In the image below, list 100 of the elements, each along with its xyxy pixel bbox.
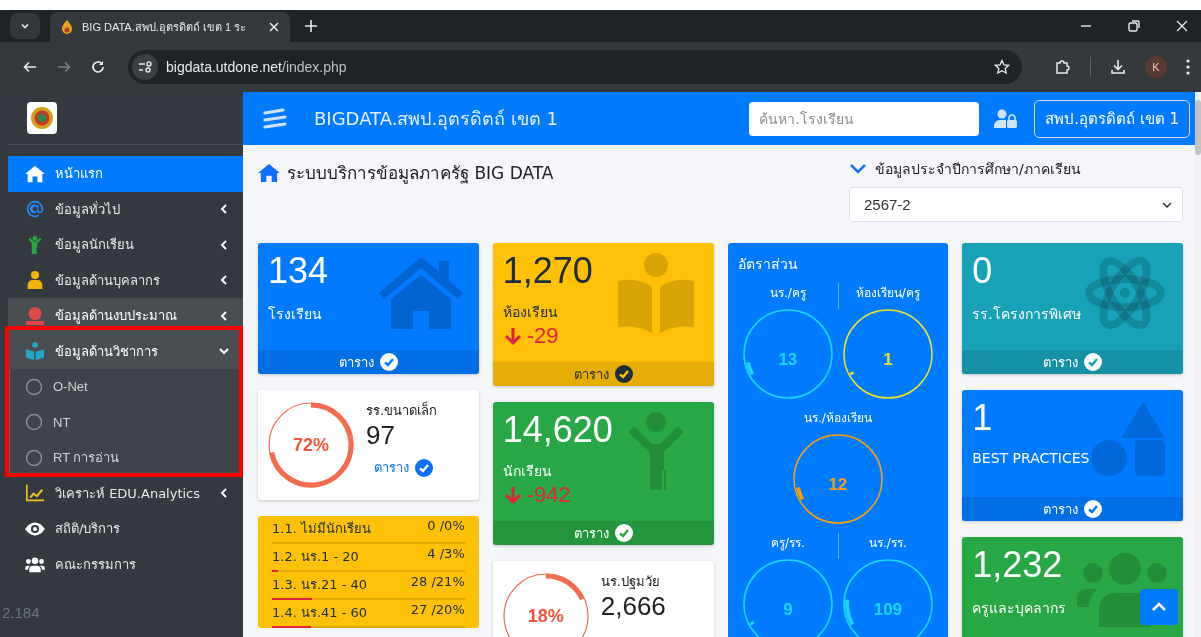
donut-label: นร.ปฐมวัย xyxy=(600,573,661,592)
sidebar-item[interactable]: ข้อมูลนักเรียน xyxy=(8,227,243,263)
year-label: ข้อมูลประจำปีการศึกษา/ภาคเรียน xyxy=(875,160,1081,180)
gauge-label: ครู/รร. xyxy=(770,535,805,552)
extension-icon[interactable] xyxy=(1054,58,1072,76)
reader-icon xyxy=(25,342,45,361)
page-title: ระบบบริการข้อมูลภาครัฐ BIG DATA xyxy=(287,161,554,186)
row-label: 1.2. นร.1 - 20 xyxy=(272,548,359,566)
table-link[interactable]: ตาราง xyxy=(962,350,1183,374)
gauge-value: 12 xyxy=(828,475,848,495)
table-link[interactable]: ตาราง xyxy=(258,350,479,374)
row-label: 1.3. นร.21 - 40 xyxy=(272,576,368,594)
donut-value: 97 xyxy=(366,421,396,449)
card-title: อัตราส่วน xyxy=(737,255,799,274)
sidebar-item[interactable]: สถิติ/บริการ xyxy=(8,511,243,547)
circle-icon xyxy=(25,448,43,467)
stat-label: รร.โครงการพิเศษ xyxy=(972,305,1081,324)
percent-label: 72% xyxy=(293,434,329,456)
stat-label: ครูและบุคลากร xyxy=(972,599,1067,619)
arrow-down-icon xyxy=(502,485,523,505)
scrollbar-thumb[interactable] xyxy=(1195,100,1201,155)
table-link[interactable]: ตาราง xyxy=(492,521,714,545)
chevron-down-icon[interactable] xyxy=(849,162,867,176)
stat-value: 134 xyxy=(268,249,330,293)
stat-value: 14,620 xyxy=(502,408,614,452)
chevron-left-icon xyxy=(218,487,230,500)
sidebar-item[interactable]: คณะกรรมการ xyxy=(8,546,243,582)
chart-icon xyxy=(25,484,45,503)
home-icon xyxy=(25,164,45,183)
sidebar-item[interactable]: หน้าแรก xyxy=(8,156,243,192)
site-title: BIGDATA.สพป.อุตรดิตถ์ เขต 1 xyxy=(314,107,558,132)
users-icon xyxy=(25,555,45,574)
circle-icon xyxy=(25,413,43,432)
table-link[interactable]: ตาราง xyxy=(962,497,1183,521)
row-label: 1.1. ไม่มีนักเรียน xyxy=(272,520,371,538)
stat-value: 1 xyxy=(972,396,994,440)
stat-value: 0 xyxy=(972,249,994,293)
gauge-label: นร./ครู xyxy=(769,285,806,302)
check-circle-icon xyxy=(614,524,633,542)
site-settings-icon[interactable] xyxy=(132,54,158,80)
sidebar-item[interactable]: วิเคราะห์ EDU.Analytics xyxy=(8,475,243,511)
gauge-value: 13 xyxy=(778,350,798,370)
sidebar-item[interactable]: ข้อมูลทั่วไป xyxy=(8,191,243,227)
account-button[interactable]: สพป.อุตรดิตถ์ เขต 1 xyxy=(1034,99,1190,138)
back-icon[interactable] xyxy=(22,59,38,75)
check-circle-icon xyxy=(1084,353,1103,371)
year-select[interactable]: 2567-2 xyxy=(849,187,1183,222)
scroll-top-button[interactable] xyxy=(1140,589,1178,625)
star-icon[interactable] xyxy=(994,59,1010,75)
arrow-down-icon xyxy=(502,326,523,346)
new-tab-icon[interactable] xyxy=(304,19,318,33)
row-label: 1.4. นร.41 - 60 xyxy=(272,604,368,622)
chevron-left-icon xyxy=(218,203,230,216)
reload-icon[interactable] xyxy=(90,59,106,75)
table-link[interactable]: ตาราง xyxy=(374,457,438,478)
table-link[interactable]: ตาราง xyxy=(492,362,714,386)
donut-value: 2,666 xyxy=(600,592,666,620)
gauge-label: นร./ห้องเรียน xyxy=(803,410,872,427)
stat-label: ห้องเรียน xyxy=(502,303,558,322)
chevron-left-icon xyxy=(218,274,230,287)
chevron-left-icon xyxy=(218,238,230,251)
gauge-label: นร./รร. xyxy=(869,535,907,552)
change-value: -29 xyxy=(526,323,559,349)
user-lock-icon[interactable] xyxy=(994,108,1019,129)
stat-label: นักเรียน xyxy=(502,462,552,481)
donut-label: รร.ขนาดเล็ก xyxy=(366,400,438,420)
url-text: bigdata.utdone.net/index.php xyxy=(166,59,347,75)
gauge-label: ห้องเรียน/ครู xyxy=(855,285,920,302)
sidebar-subitem[interactable]: RT การอ่าน xyxy=(10,440,243,476)
close-icon[interactable] xyxy=(268,21,280,33)
flame-icon xyxy=(60,19,74,35)
row-value: 0 /0% xyxy=(427,518,465,535)
check-circle-icon xyxy=(415,458,433,477)
browser-tab[interactable]: BIG DATA.สพป.อุตรดิตถ์ เขต 1 ระ xyxy=(50,12,290,42)
stat-label: โรงเรียน xyxy=(268,305,322,324)
circle-icon xyxy=(25,377,43,396)
download-icon[interactable] xyxy=(1109,58,1127,76)
gauge-value: 1 xyxy=(883,350,893,370)
address-bar[interactable]: bigdata.utdone.net/index.php xyxy=(128,50,1022,84)
sidebar-item[interactable]: ข้อมูลด้านบุคลากร xyxy=(8,262,243,298)
check-circle-icon xyxy=(379,353,398,371)
row-value: 27 /20% xyxy=(410,602,465,619)
restore-icon[interactable] xyxy=(1127,19,1141,33)
gauge-value: 9 xyxy=(783,600,793,620)
stat-label: BEST PRACTICES xyxy=(972,450,1090,466)
version-text: 2.184 xyxy=(2,604,41,621)
close-icon[interactable] xyxy=(1175,19,1189,33)
person-icon xyxy=(25,271,45,290)
sidebar-subitem[interactable]: O-Net xyxy=(10,369,243,405)
profile-avatar[interactable]: K xyxy=(1145,56,1167,78)
at-icon xyxy=(25,200,45,219)
forward-icon[interactable] xyxy=(56,59,72,75)
sidebar-subitem[interactable]: NT xyxy=(10,404,243,440)
stat-value: 1,270 xyxy=(502,249,594,293)
search-field[interactable]: ค้นหา.โรงเรียน xyxy=(749,101,980,136)
chevron-left-icon xyxy=(218,309,230,322)
logo-icon[interactable] xyxy=(27,102,57,134)
row-value: 4 /3% xyxy=(427,546,465,563)
menu-icon[interactable] xyxy=(1185,58,1191,76)
caret-icon xyxy=(1162,200,1172,209)
